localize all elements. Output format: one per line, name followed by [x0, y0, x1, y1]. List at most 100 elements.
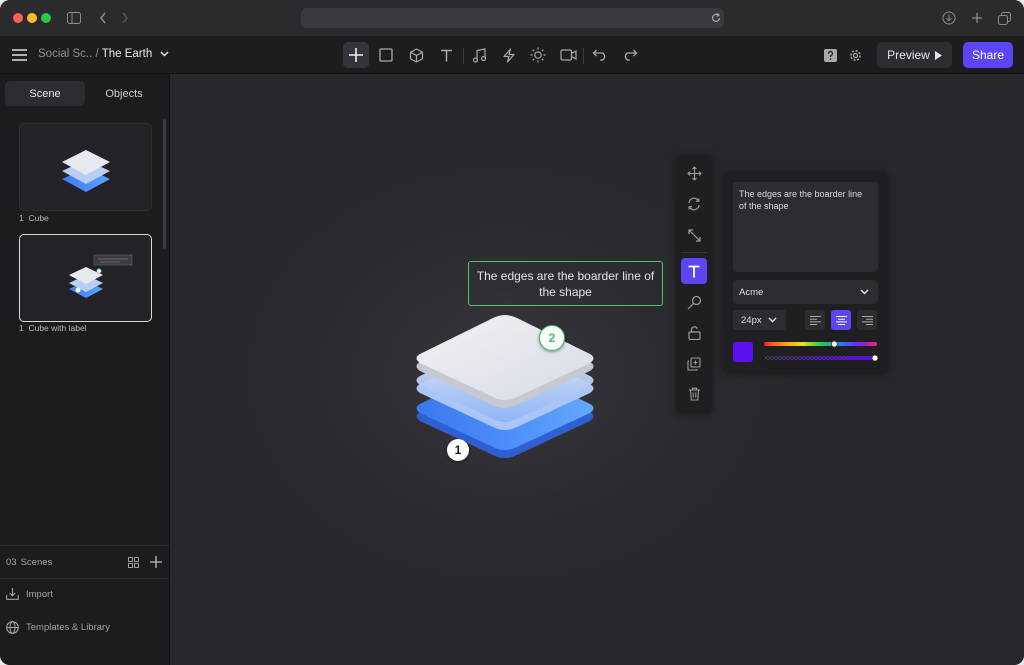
lock-button[interactable]	[681, 320, 707, 346]
close-window-icon[interactable]	[13, 13, 23, 23]
rotate-button[interactable]	[681, 191, 707, 217]
new-tab-icon[interactable]	[969, 10, 985, 26]
back-icon[interactable]	[96, 10, 110, 26]
duplicate-icon	[687, 357, 701, 371]
play-icon	[934, 50, 942, 60]
text-properties-panel: The edges are the boarder line of the sh…	[723, 172, 887, 372]
address-bar[interactable]	[301, 8, 724, 28]
hue-slider-track[interactable]	[764, 342, 877, 346]
maximize-window-icon[interactable]	[41, 13, 51, 23]
help-icon[interactable]	[823, 48, 838, 63]
text-icon	[688, 265, 700, 277]
hue-slider-handle[interactable]	[830, 340, 838, 348]
shape-tool[interactable]	[373, 42, 399, 68]
opacity-slider-fill	[764, 356, 877, 360]
scale-icon	[687, 228, 701, 242]
globe-icon	[6, 621, 19, 634]
music-note-icon	[472, 47, 486, 63]
light-tool[interactable]	[525, 42, 551, 68]
templates-library-row[interactable]: Templates & Library	[6, 621, 110, 634]
minimize-window-icon[interactable]	[27, 13, 37, 23]
audio-tool[interactable]	[466, 42, 492, 68]
preview-button[interactable]: Preview	[877, 42, 952, 68]
scene-number: 1	[19, 213, 24, 223]
import-row[interactable]: Import	[6, 588, 53, 600]
tab-overview-icon[interactable]	[996, 10, 1012, 26]
cube-with-label-thumbnail	[69, 254, 133, 298]
font-family-value: Acme	[739, 286, 764, 298]
opacity-slider-handle[interactable]	[871, 354, 879, 362]
project-title[interactable]: The Earth	[102, 48, 153, 60]
preview-label: Preview	[887, 48, 930, 62]
pin-icon	[687, 295, 701, 309]
add-tool[interactable]	[343, 42, 369, 68]
app-window: Social Sc.. / The Earth Preview Share Sc…	[0, 0, 1024, 665]
text-color-swatch[interactable]	[733, 342, 753, 362]
rotate-icon	[688, 197, 700, 211]
scene-label: 1 Cube with label	[19, 323, 87, 333]
chevron-down-icon[interactable]	[160, 51, 169, 57]
cube-stack-thumbnail	[62, 150, 110, 192]
object-3d-tool[interactable]	[403, 42, 429, 68]
hotspot-badge-2[interactable]: 2	[539, 325, 565, 351]
video-camera-icon	[559, 49, 577, 61]
toolbar-divider	[463, 48, 464, 64]
divider	[0, 545, 169, 546]
sidebar-scrollbar[interactable]	[163, 119, 166, 249]
align-left-icon	[809, 315, 821, 325]
breadcrumb-separator: /	[95, 48, 99, 60]
color-picker-sliders[interactable]	[763, 339, 879, 365]
scene-number: 1	[19, 323, 24, 333]
redo-button[interactable]	[617, 42, 643, 68]
text-tool[interactable]	[433, 42, 459, 68]
square-icon	[379, 48, 393, 62]
text-edit-button[interactable]	[681, 258, 707, 284]
text-label-annotation[interactable]: The edges are the boarder line of the sh…	[468, 261, 663, 306]
import-label: Import	[26, 588, 53, 600]
share-button[interactable]: Share	[963, 42, 1013, 68]
tab-objects[interactable]: Objects	[84, 81, 164, 106]
align-left-button[interactable]	[805, 310, 825, 330]
undo-button[interactable]	[587, 42, 613, 68]
reload-icon[interactable]	[710, 11, 722, 25]
pin-label-button[interactable]	[681, 289, 707, 315]
settings-gear-icon[interactable]	[848, 48, 863, 63]
menu-icon[interactable]	[10, 47, 28, 63]
lightning-icon	[503, 47, 515, 63]
hotspot-badge-1[interactable]: 1	[447, 439, 469, 461]
tab-scene[interactable]: Scene	[5, 81, 85, 106]
chevron-down-icon	[768, 317, 777, 323]
label-text-input[interactable]: The edges are the boarder line of the sh…	[733, 182, 878, 272]
align-right-button[interactable]	[857, 310, 877, 330]
plus-icon	[349, 48, 363, 62]
strip-divider	[681, 252, 707, 253]
layered-cube-model[interactable]	[405, 305, 605, 485]
duplicate-button[interactable]	[681, 351, 707, 377]
add-scene-icon[interactable]	[149, 555, 163, 569]
scale-button[interactable]	[681, 222, 707, 248]
camera-tool[interactable]	[555, 42, 581, 68]
scene-thumbnail-selected[interactable]	[19, 234, 152, 322]
interaction-tool[interactable]	[496, 42, 522, 68]
align-center-button[interactable]	[831, 310, 851, 330]
scene-title: Cube with label	[28, 323, 87, 333]
scene-thumbnail[interactable]	[19, 123, 152, 211]
grid-view-icon[interactable]	[127, 556, 140, 569]
breadcrumb[interactable]: Social Sc.. / The Earth	[38, 48, 169, 60]
sidebar-toggle-icon[interactable]	[66, 10, 82, 26]
unlock-icon	[687, 326, 701, 340]
download-icon[interactable]	[941, 10, 957, 26]
templates-library-label: Templates & Library	[26, 622, 110, 633]
scene-label: 1 Cube	[19, 213, 49, 223]
font-family-select[interactable]: Acme	[733, 280, 878, 304]
delete-button[interactable]	[681, 381, 707, 407]
align-right-icon	[861, 315, 873, 325]
font-size-select[interactable]: 24px	[733, 310, 786, 330]
forward-icon[interactable]	[118, 10, 132, 26]
redo-icon	[624, 49, 638, 61]
undo-icon	[592, 49, 606, 61]
breadcrumb-folder[interactable]: Social Sc..	[38, 48, 92, 60]
object-toolbar	[676, 155, 712, 412]
move-button[interactable]	[681, 160, 707, 186]
app-toolbar: Social Sc.. / The Earth	[0, 37, 1024, 74]
